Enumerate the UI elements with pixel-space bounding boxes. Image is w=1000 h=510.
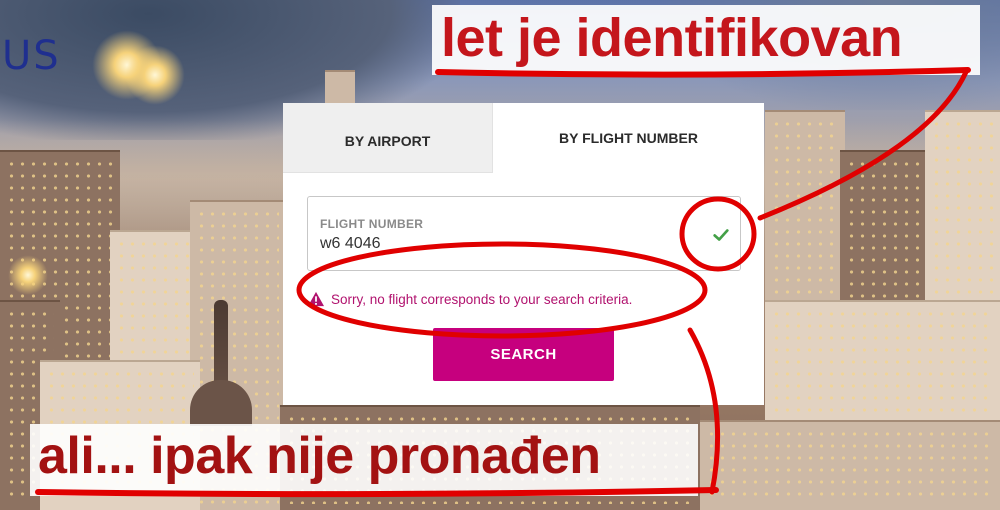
annotation-top: let je identifikovan: [432, 5, 980, 75]
error-message-text: Sorry, no flight corresponds to your sea…: [331, 291, 633, 307]
tab-label: BY FLIGHT NUMBER: [559, 130, 698, 146]
brand-logo-text: US: [2, 33, 61, 79]
flight-number-field[interactable]: FLIGHT NUMBER w6 4046: [307, 196, 741, 271]
warning-triangle-icon: [308, 291, 324, 307]
annotation-top-text: let je identifikovan: [441, 8, 903, 68]
flight-search-card: BY AIRPORT BY FLIGHT NUMBER FLIGHT NUMBE…: [283, 103, 764, 405]
tab-label: BY AIRPORT: [344, 132, 431, 149]
annotation-bottom: ali... ipak nije pronađen: [30, 424, 698, 496]
tab-by-flight-number[interactable]: BY FLIGHT NUMBER: [493, 103, 764, 173]
background-building: [700, 420, 1000, 510]
check-icon: [713, 229, 729, 241]
field-label: FLIGHT NUMBER: [320, 217, 424, 231]
tab-by-airport[interactable]: BY AIRPORT: [283, 103, 493, 173]
annotation-bottom-text: ali... ipak nije pronađen: [38, 427, 601, 485]
flight-number-input[interactable]: w6 4046: [320, 235, 381, 253]
background-light: [125, 45, 185, 105]
background-light: [8, 255, 48, 295]
search-button[interactable]: SEARCH: [433, 328, 614, 381]
error-message-row: Sorry, no flight corresponds to your sea…: [307, 291, 632, 307]
